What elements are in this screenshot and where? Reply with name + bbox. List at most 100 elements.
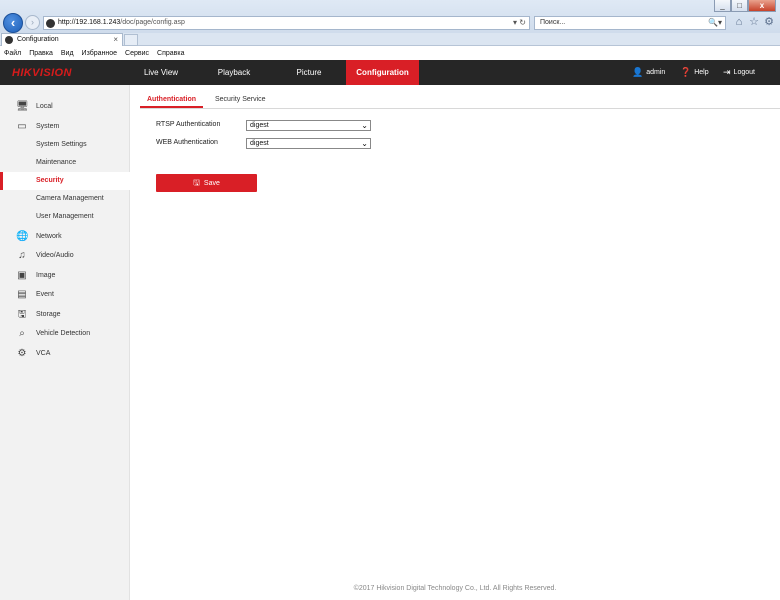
tab-close-icon[interactable]: × [113, 35, 118, 44]
settings-gear-icon[interactable]: ⚙ [763, 15, 775, 29]
tab-title: Configuration [17, 36, 59, 43]
sidebar-item-security[interactable]: Security [0, 172, 130, 190]
user-icon: 👤 [632, 67, 644, 77]
globe-icon: 🌐 [16, 231, 29, 242]
sidebar-item-label: Local [36, 103, 53, 110]
video-audio-icon: ♫ [18, 250, 26, 261]
sidebar-item-label: Camera Management [36, 195, 104, 202]
browser-tab[interactable]: Configuration × [1, 33, 123, 46]
sidebar-item-label: VCA [36, 350, 51, 357]
sidebar-item-label: Video/Audio [36, 252, 74, 259]
new-tab-button[interactable] [124, 34, 138, 46]
vca-icon: ⚙ [17, 348, 27, 359]
sidebar-item-vca[interactable]: ⚙ VCA [0, 345, 130, 363]
chevron-down-icon: ⌄ [361, 139, 368, 148]
refresh-icon[interactable]: ▾ ↻ [513, 18, 526, 27]
site-favicon-icon [46, 19, 55, 28]
hikvision-logo: HIKVISION [12, 67, 72, 79]
nav-configuration[interactable]: Configuration [346, 60, 419, 85]
nav-picture[interactable]: Picture [280, 60, 338, 85]
floppy-disk-icon: 🖫 [193, 178, 200, 187]
rtsp-auth-label: RTSP Authentication [156, 121, 221, 128]
home-icon[interactable]: ⌂ [733, 15, 745, 29]
sidebar-item-storage[interactable]: 🖫 Storage [0, 306, 130, 324]
logout-link[interactable]: ⇥ Logout [723, 60, 755, 85]
sidebar-item-system-settings[interactable]: System Settings [0, 136, 130, 154]
logout-icon: ⇥ [723, 67, 731, 77]
sidebar-item-event[interactable]: ▤ Event [0, 286, 130, 304]
chevron-down-icon: ⌄ [361, 121, 368, 130]
vehicle-search-icon: ⌕ [19, 328, 25, 339]
sidebar-item-camera-management[interactable]: Camera Management [0, 190, 130, 208]
address-url: http://192.168.1.243/doc/page/config.asp [58, 19, 185, 26]
logout-label: Logout [733, 69, 755, 76]
help-icon: ❓ [680, 67, 692, 77]
sidebar-item-maintenance[interactable]: Maintenance [0, 154, 130, 172]
config-sub-tabs: Authentication Security Service [140, 92, 780, 109]
sidebar-item-image[interactable]: ▣ Image [0, 267, 130, 285]
sidebar-item-vehicle-detection[interactable]: ⌕ Vehicle Detection [0, 325, 130, 343]
browser-menu-bar: Файл Правка Вид Избранное Сервис Справка [0, 47, 780, 60]
browser-chrome: _ □ x ‹ › http://192.168.1.243/doc/page/… [0, 0, 780, 33]
sidebar-item-label: Maintenance [36, 159, 77, 166]
search-input[interactable]: Поиск... 🔍▾ [534, 16, 726, 30]
sidebar-item-system[interactable]: ▭ System [0, 118, 130, 136]
address-host: http://192.168.1.243 [58, 19, 121, 26]
sidebar-item-label: System [36, 123, 60, 130]
system-icon: ▭ [17, 121, 27, 132]
sidebar-item-local[interactable]: 🖥 Local [0, 98, 130, 116]
sidebar-item-label: System Settings [36, 141, 87, 148]
menu-favorites[interactable]: Избранное [82, 47, 117, 60]
copyright-footer: ©2017 Hikvision Digital Technology Co., … [353, 585, 557, 592]
web-auth-value: digest [250, 140, 269, 147]
menu-file[interactable]: Файл [4, 47, 21, 60]
sidebar-item-label: Event [36, 291, 54, 298]
monitor-icon: 🖥 [16, 101, 29, 112]
close-window-button[interactable]: x [748, 0, 776, 12]
search-placeholder: Поиск... [540, 19, 566, 26]
search-icon[interactable]: 🔍▾ [708, 18, 722, 27]
calendar-icon: ▤ [17, 289, 27, 300]
minimize-button[interactable]: _ [714, 0, 731, 12]
sidebar-item-video-audio[interactable]: ♫ Video/Audio [0, 247, 130, 265]
web-auth-select[interactable]: digest ⌄ [246, 138, 371, 149]
address-path: /doc/page/config.asp [120, 19, 185, 26]
web-auth-label: WEB Authentication [156, 139, 218, 146]
sidebar-item-label: Storage [36, 311, 61, 318]
window-controls: _ □ x [714, 0, 776, 12]
sidebar-item-label: Network [36, 233, 62, 240]
user-menu[interactable]: 👤 admin [632, 60, 665, 85]
image-icon: ▣ [17, 270, 27, 281]
menu-view[interactable]: Вид [61, 47, 74, 60]
favorites-star-icon[interactable]: ☆ [748, 15, 760, 29]
nav-live-view[interactable]: Live View [132, 60, 190, 85]
sidebar-item-label: Security [36, 177, 64, 184]
sidebar-item-network[interactable]: 🌐 Network [0, 228, 130, 246]
disk-icon: 🖫 [17, 309, 27, 320]
address-bar[interactable]: http://192.168.1.243/doc/page/config.asp… [43, 16, 530, 30]
menu-help[interactable]: Справка [157, 47, 184, 60]
tab-security-service[interactable]: Security Service [215, 92, 266, 108]
menu-edit[interactable]: Правка [29, 47, 53, 60]
username: admin [646, 69, 666, 76]
app-header: HIKVISION Live View Playback Picture Con… [0, 60, 780, 85]
sidebar-item-label: User Management [36, 213, 94, 220]
nav-playback[interactable]: Playback [205, 60, 263, 85]
sidebar-item-user-management[interactable]: User Management [0, 208, 130, 226]
sidebar: 🖥 Local ▭ System System Settings Mainten… [0, 85, 130, 600]
back-button[interactable]: ‹ [3, 13, 23, 33]
rtsp-auth-value: digest [250, 122, 269, 129]
help-label: Help [694, 69, 709, 76]
maximize-button[interactable]: □ [731, 0, 748, 12]
sidebar-item-label: Vehicle Detection [36, 330, 91, 337]
forward-button[interactable]: › [25, 15, 40, 30]
tab-favicon-icon [5, 36, 13, 44]
save-label: Save [203, 180, 220, 187]
tab-authentication[interactable]: Authentication [140, 92, 203, 108]
menu-tools[interactable]: Сервис [125, 47, 149, 60]
save-button[interactable]: 🖫 Save [156, 174, 257, 192]
help-link[interactable]: ❓ Help [680, 60, 709, 85]
browser-tab-row: Configuration × [0, 33, 780, 46]
sidebar-item-label: Image [36, 272, 56, 279]
rtsp-auth-select[interactable]: digest ⌄ [246, 120, 371, 131]
